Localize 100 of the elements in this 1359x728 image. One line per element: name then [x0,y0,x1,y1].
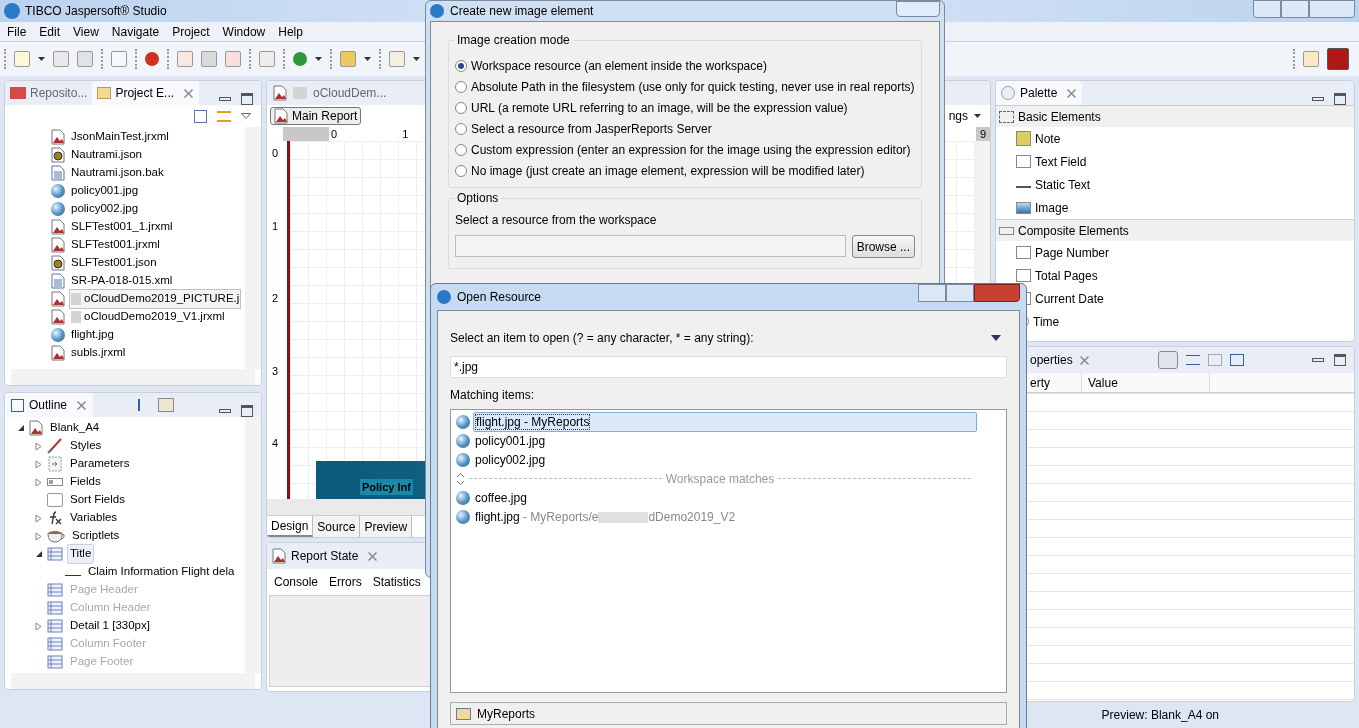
caret-icon[interactable] [974,114,981,118]
tree-item[interactable]: Detail 1 [330px] [67,616,153,636]
caret-icon[interactable] [413,57,420,61]
explorer-entry[interactable]: policy001.jpg [69,181,141,201]
minimize-button[interactable] [1253,0,1281,18]
maximize-button[interactable] [946,284,974,302]
caret-icon[interactable] [38,57,45,61]
menu-item[interactable]: Help [278,22,303,41]
menu-item[interactable]: File [7,22,27,41]
maximize-icon[interactable] [241,93,253,105]
radio-button[interactable] [455,164,467,177]
expanded-arrow-icon[interactable] [17,424,25,432]
maximize-icon[interactable] [1334,354,1346,366]
radio-button[interactable] [455,80,467,93]
settings-label[interactable]: ngs [948,107,968,125]
horizontal-scrollbar[interactable] [11,673,255,689]
collapsed-arrow-icon[interactable] [35,621,43,631]
expanded-arrow-icon[interactable] [35,550,43,558]
minimize-icon[interactable] [1312,97,1324,101]
explorer-entry[interactable]: policy002.jpg [69,199,141,219]
close-button[interactable] [896,1,940,17]
explorer-entry[interactable]: Nautrami.json.bak [69,163,166,183]
dropdown-caret-icon[interactable] [991,335,1001,341]
run-icon[interactable] [293,52,307,66]
tree-item[interactable]: Parameters [67,454,133,474]
close-button[interactable] [1309,0,1355,18]
radio-button[interactable] [455,101,467,114]
collapsed-arrow-icon[interactable] [35,441,43,451]
minimize-icon[interactable] [219,409,231,413]
explorer-entry[interactable]: SLFTest001.json [69,253,159,273]
tree-item[interactable]: Blank_A4 [47,418,103,438]
palette-item[interactable]: Static Text [1035,175,1091,194]
tree-item[interactable]: Styles [67,436,105,456]
radio-label[interactable]: Select a resource from JasperReports Server [471,119,712,138]
palette-section-header[interactable]: Basic Elements [996,105,1354,127]
vertical-scrollbar[interactable] [245,127,261,369]
palette-item[interactable]: Image [1035,198,1069,217]
radio-button[interactable] [455,143,467,156]
bug-icon[interactable] [145,52,159,66]
caret-icon[interactable] [315,57,322,61]
menu-item[interactable]: Navigate [111,22,160,41]
collapsed-arrow-icon[interactable] [35,459,43,469]
explorer-entry[interactable]: oCloudDemo2019_PICTURE.j [69,289,242,309]
panel-tab[interactable]: Reposito... [5,81,93,105]
palette-item[interactable]: Text Field [1035,152,1087,171]
close-button[interactable] [974,284,1020,302]
report-state-tab[interactable]: Errors [329,573,362,591]
menu-item[interactable]: Project [172,22,210,41]
radio-label[interactable]: Workspace resource (an element inside the workspace) [471,56,767,75]
minimize-icon[interactable] [1312,358,1324,362]
explorer-entry[interactable]: JsonMainTest.jrxml [69,127,171,147]
result-item[interactable]: policy002.jpg [473,449,548,470]
explorer-entry[interactable]: flight.jpg [69,325,116,345]
result-item[interactable]: coffee.jpg [473,487,529,508]
radio-button[interactable] [455,122,467,135]
radio-label[interactable]: No image (just create an image element, expression will be modified later) [471,161,865,180]
collapsed-arrow-icon[interactable] [35,513,43,523]
caret-icon[interactable] [364,57,371,61]
panel-tab[interactable]: Project E... [92,81,200,105]
tree-item[interactable]: Sort Fields [67,490,128,510]
close-icon[interactable] [367,550,379,562]
explorer-entry[interactable]: Nautrami.json [69,145,144,165]
close-icon[interactable] [1078,354,1090,366]
explorer-entry[interactable]: SR-PA-018-015.xml [69,271,175,291]
explorer-entry[interactable]: oCloudDemo2019_V1.jrxml [69,307,227,327]
palette-item[interactable]: Note [1035,129,1061,148]
result-item[interactable]: flight.jpg - MyReports/e dDemo2019_V2 [473,506,738,527]
view-menu-icon[interactable] [241,113,251,119]
tree-item[interactable]: Claim Information Flight dela [85,562,238,582]
horizontal-scrollbar[interactable] [11,369,255,385]
palette-section-header[interactable]: Composite Elements [996,219,1354,241]
menu-item[interactable]: View [73,22,99,41]
editor-mode-tab[interactable]: Design [267,516,314,537]
browse-button[interactable]: Browse ... [851,235,915,258]
explorer-entry[interactable]: SLFTest001_1.jrxml [69,217,175,237]
explorer-entry[interactable]: SLFTest001.jrxml [69,235,162,255]
result-item[interactable]: policy001.jpg [473,430,548,451]
radio-button[interactable] [455,59,467,72]
tree-item[interactable]: Title [67,544,95,564]
tree-item[interactable]: Fields [67,472,104,492]
menu-item[interactable]: Edit [39,22,61,41]
radio-label[interactable]: URL (a remote URL referring to an image, will be the expression value) [471,98,848,117]
up-down-chevron-icon[interactable] [456,471,465,486]
report-state-tab[interactable]: Console [274,573,319,591]
close-icon[interactable] [76,399,88,411]
editor-mode-tab[interactable]: Source [313,516,361,537]
vertical-scrollbar[interactable] [245,417,261,673]
column-header[interactable]: Value [1082,373,1210,392]
menu-item[interactable]: Window [222,22,266,41]
restore-button[interactable] [1281,0,1309,18]
close-icon[interactable] [1066,87,1078,99]
palette-item[interactable]: Current Date [1035,289,1104,308]
report-state-tab[interactable]: Statistics [372,573,421,591]
resource-input-field[interactable] [455,235,846,257]
explorer-entry[interactable]: subls.jrxml [69,343,128,363]
result-item[interactable]: flight.jpg - MyReports [473,411,977,432]
close-icon[interactable] [183,87,195,99]
minimize-button[interactable] [918,284,946,302]
editor-tab[interactable]: oCloudDem... [313,84,387,102]
palette-item[interactable]: Total Pages [1035,266,1098,285]
